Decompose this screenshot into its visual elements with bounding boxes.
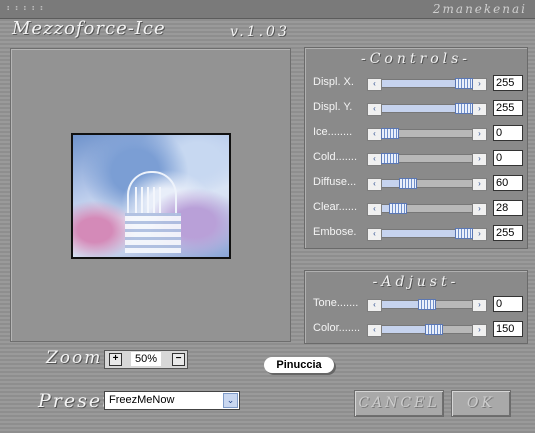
controls-slider-row: Cold....... ‹ › 0 <box>313 149 523 167</box>
chevron-left-icon[interactable]: ‹ <box>367 153 382 166</box>
controls-slider-row: Displ. Y. ‹ › 255 <box>313 99 523 117</box>
controls-slider-row: Displ. X. ‹ › 255 <box>313 74 523 92</box>
slider-value-input[interactable]: 255 <box>493 225 523 241</box>
chevron-right-icon[interactable]: › <box>472 228 487 241</box>
version-label: v.1.03 <box>230 24 290 40</box>
chevron-right-icon[interactable]: › <box>472 128 487 141</box>
slider-track[interactable]: ‹ › <box>367 228 487 241</box>
slider-fill <box>368 230 464 237</box>
preset-dropdown[interactable]: FreezMeNow ⌄ <box>104 391 240 410</box>
zoom-control: + 50% − <box>104 350 188 369</box>
slider-thumb[interactable] <box>418 299 436 310</box>
slider-thumb[interactable] <box>389 203 407 214</box>
slider-label: Displ. X. <box>313 76 354 88</box>
chevron-left-icon[interactable]: ‹ <box>367 228 382 241</box>
chevron-right-icon[interactable]: › <box>472 324 487 337</box>
chevron-left-icon[interactable]: ‹ <box>367 103 382 116</box>
slider-fill <box>368 105 464 112</box>
adjust-panel: -Adjust- Tone....... ‹ › 0 Color....... ‹ › 150 <box>304 270 528 344</box>
steps-shape <box>125 213 181 253</box>
preview-image[interactable] <box>71 133 231 259</box>
author-logo: Pinuccia <box>264 357 334 373</box>
slider-track[interactable]: ‹ › <box>367 78 487 91</box>
slider-track[interactable]: ‹ › <box>367 203 487 216</box>
ok-button[interactable]: OK <box>451 390 511 417</box>
chevron-left-icon[interactable]: ‹ <box>367 203 382 216</box>
title-bar-grip: ⠆⠆⠆⠆⠆ <box>6 3 48 14</box>
slider-track[interactable]: ‹ › <box>367 128 487 141</box>
slider-track[interactable]: ‹ › <box>367 153 487 166</box>
slider-track[interactable]: ‹ › <box>367 103 487 116</box>
chevron-down-icon[interactable]: ⌄ <box>223 393 238 408</box>
slider-track[interactable]: ‹ › <box>367 324 487 337</box>
preset-label: Preset <box>38 390 112 412</box>
gate-bars-shape <box>135 187 165 213</box>
slider-value-input[interactable]: 255 <box>493 75 523 91</box>
zoom-label: Zoom <box>46 348 103 368</box>
zoom-in-button[interactable]: + <box>109 353 122 366</box>
author-label: 2manekenai <box>432 2 527 16</box>
slider-thumb[interactable] <box>425 324 443 335</box>
slider-label: Color....... <box>313 322 361 334</box>
controls-title: -Controls- <box>360 51 472 67</box>
zoom-value: 50% <box>131 352 161 366</box>
chevron-left-icon[interactable]: ‹ <box>367 324 382 337</box>
controls-slider-row: Embose. ‹ › 255 <box>313 224 523 242</box>
preset-value: FreezMeNow <box>109 394 175 406</box>
controls-slider-row: Clear...... ‹ › 28 <box>313 199 523 217</box>
zoom-out-button[interactable]: − <box>172 353 185 366</box>
adjust-title: -Adjust- <box>372 274 460 290</box>
slider-value-input[interactable]: 150 <box>493 321 523 337</box>
preview-panel <box>10 48 291 342</box>
controls-panel: -Controls- Displ. X. ‹ › 255 Displ. Y. ‹ › 255 I… <box>304 47 528 249</box>
slider-value-input[interactable]: 60 <box>493 175 523 191</box>
chevron-left-icon[interactable]: ‹ <box>367 78 382 91</box>
slider-thumb[interactable] <box>381 128 399 139</box>
slider-value-input[interactable]: 28 <box>493 200 523 216</box>
controls-slider-row: Diffuse... ‹ › 60 <box>313 174 523 192</box>
adjust-slider-row: Color....... ‹ › 150 <box>313 320 523 338</box>
slider-label: Ice........ <box>313 126 353 138</box>
slider-thumb[interactable] <box>399 178 417 189</box>
slider-label: Displ. Y. <box>313 101 353 113</box>
chevron-right-icon[interactable]: › <box>472 153 487 166</box>
slider-value-input[interactable]: 0 <box>493 125 523 141</box>
chevron-right-icon[interactable]: › <box>472 299 487 312</box>
slider-value-input[interactable]: 0 <box>493 296 523 312</box>
slider-thumb[interactable] <box>455 78 473 89</box>
slider-value-input[interactable]: 0 <box>493 150 523 166</box>
chevron-right-icon[interactable]: › <box>472 103 487 116</box>
chevron-right-icon[interactable]: › <box>472 178 487 191</box>
cancel-button[interactable]: CANCEL <box>354 390 444 417</box>
slider-label: Cold....... <box>313 151 358 163</box>
chevron-left-icon[interactable]: ‹ <box>367 299 382 312</box>
slider-label: Diffuse... <box>313 176 357 188</box>
slider-value-input[interactable]: 255 <box>493 100 523 116</box>
title-bar: ⠆⠆⠆⠆⠆ 2manekenai <box>0 0 535 19</box>
slider-label: Tone....... <box>313 297 359 309</box>
slider-fill <box>368 80 464 87</box>
adjust-slider-row: Tone....... ‹ › 0 <box>313 295 523 313</box>
app-title: Mezzoforce-Ice <box>12 18 166 39</box>
controls-slider-row: Ice........ ‹ › 0 <box>313 124 523 142</box>
slider-label: Embose. <box>313 226 357 238</box>
slider-track[interactable]: ‹ › <box>367 178 487 191</box>
chevron-left-icon[interactable]: ‹ <box>367 128 382 141</box>
slider-track[interactable]: ‹ › <box>367 299 487 312</box>
chevron-left-icon[interactable]: ‹ <box>367 178 382 191</box>
slider-thumb[interactable] <box>455 228 473 239</box>
chevron-right-icon[interactable]: › <box>472 78 487 91</box>
slider-thumb[interactable] <box>455 103 473 114</box>
slider-label: Clear...... <box>313 201 358 213</box>
chevron-right-icon[interactable]: › <box>472 203 487 216</box>
slider-thumb[interactable] <box>381 153 399 164</box>
